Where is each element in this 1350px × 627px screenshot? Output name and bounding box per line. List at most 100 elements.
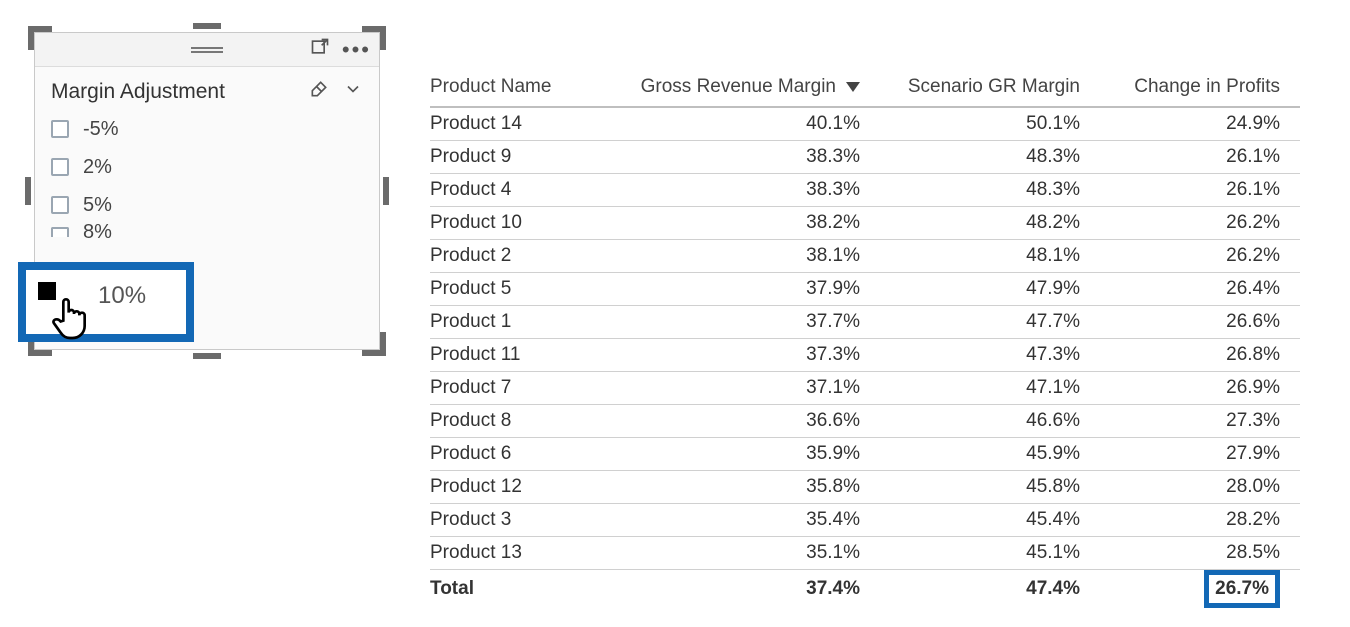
slicer-item[interactable]: 8% — [51, 224, 363, 240]
total-grm: 37.4% — [610, 578, 870, 600]
more-options-icon[interactable]: ••• — [342, 37, 371, 63]
total-chg-highlight: 26.7% — [1090, 570, 1290, 608]
cell-sgr: 47.3% — [870, 344, 1090, 366]
cell-grm: 35.1% — [610, 542, 870, 564]
cell-chg: 26.1% — [1090, 179, 1290, 201]
cell-chg: 26.2% — [1090, 212, 1290, 234]
cell-grm: 40.1% — [610, 113, 870, 135]
total-label: Total — [430, 578, 610, 600]
cell-sgr: 45.1% — [870, 542, 1090, 564]
cell-chg: 26.2% — [1090, 245, 1290, 267]
slicer-title-row: Margin Adjustment — [35, 67, 379, 108]
resize-handle[interactable] — [383, 177, 389, 205]
cell-sgr: 46.6% — [870, 410, 1090, 432]
slicer-item[interactable]: 2% — [51, 148, 363, 186]
profit-table[interactable]: Product Name Gross Revenue Margin Scenar… — [430, 68, 1300, 606]
cell-chg: 24.9% — [1090, 113, 1290, 135]
cell-sgr: 47.1% — [870, 377, 1090, 399]
table-row[interactable]: Product 238.1%48.1%26.2% — [430, 240, 1300, 273]
resize-handle[interactable] — [193, 353, 221, 359]
cell-product: Product 13 — [430, 542, 610, 564]
drag-grip-icon[interactable] — [191, 47, 223, 53]
column-header-label: Scenario GR Margin — [908, 76, 1080, 98]
checkbox-icon[interactable] — [51, 158, 69, 176]
cell-chg: 28.5% — [1090, 542, 1290, 564]
table-row[interactable]: Product 1335.1%45.1%28.5% — [430, 537, 1300, 570]
resize-handle[interactable] — [380, 332, 386, 356]
total-chg-value: 26.7% — [1204, 570, 1280, 608]
cell-grm: 35.9% — [610, 443, 870, 465]
cell-chg: 26.9% — [1090, 377, 1290, 399]
table-header[interactable]: Product Name Gross Revenue Margin Scenar… — [430, 68, 1300, 108]
table-row[interactable]: Product 836.6%46.6%27.3% — [430, 405, 1300, 438]
slicer-item[interactable]: -5% — [51, 110, 363, 148]
cell-grm: 37.9% — [610, 278, 870, 300]
sort-desc-icon — [846, 82, 860, 92]
selected-slicer-callout[interactable]: 10% — [18, 262, 194, 342]
table-row[interactable]: Product 1137.3%47.3%26.8% — [430, 339, 1300, 372]
table-row[interactable]: Product 1038.2%48.2%26.2% — [430, 207, 1300, 240]
table-row[interactable]: Product 1235.8%45.8%28.0% — [430, 471, 1300, 504]
cell-chg: 28.0% — [1090, 476, 1290, 498]
slicer-list[interactable]: -5% 2% 5% 8% — [35, 108, 379, 268]
column-header-label: Product Name — [430, 76, 551, 98]
cell-sgr: 50.1% — [870, 113, 1090, 135]
cell-product: Product 12 — [430, 476, 610, 498]
slicer-item-label: 8% — [83, 224, 112, 240]
resize-handle[interactable] — [193, 23, 221, 29]
column-header-label: Change in Profits — [1134, 76, 1280, 98]
cell-chg: 26.6% — [1090, 311, 1290, 333]
focus-mode-icon[interactable] — [310, 37, 330, 62]
resize-handle[interactable] — [380, 26, 386, 50]
cell-grm: 35.4% — [610, 509, 870, 531]
slicer-item-label: 5% — [83, 194, 112, 217]
cell-chg: 28.2% — [1090, 509, 1290, 531]
cell-chg: 27.9% — [1090, 443, 1290, 465]
clear-selection-icon[interactable] — [309, 79, 329, 104]
cell-product: Product 14 — [430, 113, 610, 135]
column-header-chg[interactable]: Change in Profits — [1090, 76, 1290, 98]
cell-grm: 38.3% — [610, 179, 870, 201]
cell-grm: 38.3% — [610, 146, 870, 168]
cell-product: Product 9 — [430, 146, 610, 168]
cell-product: Product 6 — [430, 443, 610, 465]
table-total-row: Total 37.4% 47.4% 26.7% — [430, 570, 1300, 606]
cell-grm: 37.3% — [610, 344, 870, 366]
cell-sgr: 47.7% — [870, 311, 1090, 333]
cell-grm: 38.1% — [610, 245, 870, 267]
table-row[interactable]: Product 537.9%47.9%26.4% — [430, 273, 1300, 306]
table-row[interactable]: Product 938.3%48.3%26.1% — [430, 141, 1300, 174]
cell-chg: 26.8% — [1090, 344, 1290, 366]
cell-sgr: 45.9% — [870, 443, 1090, 465]
column-header-grm[interactable]: Gross Revenue Margin — [610, 76, 870, 98]
chevron-down-icon[interactable] — [343, 79, 363, 104]
cell-sgr: 45.4% — [870, 509, 1090, 531]
column-header-product[interactable]: Product Name — [430, 76, 610, 98]
selected-slicer-label: 10% — [98, 282, 146, 310]
slicer-item-label: -5% — [83, 118, 119, 141]
slicer-title: Margin Adjustment — [51, 80, 309, 104]
table-row[interactable]: Product 737.1%47.1%26.9% — [430, 372, 1300, 405]
cell-grm: 38.2% — [610, 212, 870, 234]
table-row[interactable]: Product 635.9%45.9%27.9% — [430, 438, 1300, 471]
table-row[interactable]: Product 438.3%48.3%26.1% — [430, 174, 1300, 207]
table-row[interactable]: Product 1440.1%50.1%24.9% — [430, 108, 1300, 141]
cell-grm: 37.1% — [610, 377, 870, 399]
checkbox-icon[interactable] — [51, 196, 69, 214]
cell-sgr: 48.2% — [870, 212, 1090, 234]
checkbox-icon[interactable] — [51, 227, 69, 237]
cell-product: Product 7 — [430, 377, 610, 399]
table-row[interactable]: Product 335.4%45.4%28.2% — [430, 504, 1300, 537]
slicer-item[interactable]: 5% — [51, 186, 363, 224]
cell-sgr: 48.3% — [870, 146, 1090, 168]
resize-handle[interactable] — [25, 177, 31, 205]
table-row[interactable]: Product 137.7%47.7%26.6% — [430, 306, 1300, 339]
slicer-header[interactable]: ••• — [35, 33, 379, 67]
cell-chg: 26.4% — [1090, 278, 1290, 300]
cell-product: Product 5 — [430, 278, 610, 300]
cursor-pointer-icon — [52, 294, 96, 342]
checkbox-icon[interactable] — [51, 120, 69, 138]
margin-slicer-visual[interactable]: ••• Margin Adjustment — [28, 26, 386, 356]
cell-grm: 37.7% — [610, 311, 870, 333]
column-header-sgr[interactable]: Scenario GR Margin — [870, 76, 1090, 98]
